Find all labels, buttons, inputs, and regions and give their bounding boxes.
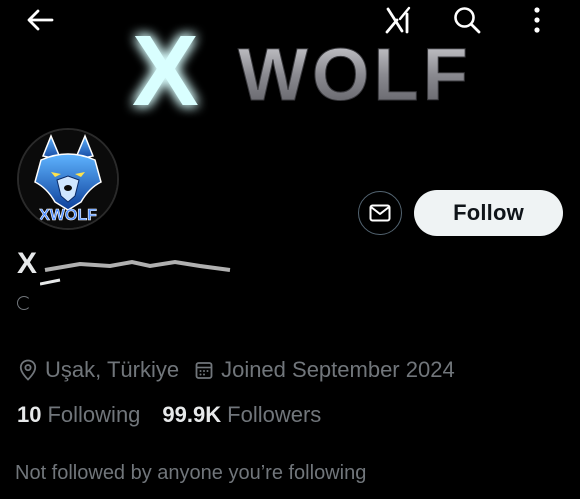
following-link[interactable]: 10 Following: [17, 402, 140, 428]
display-name: X WOLF: [17, 247, 134, 280]
more-options-button[interactable]: [522, 3, 552, 37]
banner-logo-x: X: [132, 15, 199, 127]
joined-item: Joined September 2024: [195, 357, 455, 383]
envelope-icon: [369, 204, 391, 222]
calendar-icon: [195, 362, 213, 379]
location-text: Uşak, Türkiye: [45, 357, 180, 382]
avatar-logo-text: XWOLF: [39, 207, 97, 224]
follow-button[interactable]: Follow: [414, 190, 563, 236]
following-label: Following: [47, 402, 141, 427]
search-icon: [454, 7, 481, 34]
location-pin-icon: [19, 359, 37, 381]
profile-avatar[interactable]: XWOLF: [17, 128, 119, 230]
profile-meta: Uşak, Türkiye Joined September 2024: [19, 356, 471, 384]
message-button[interactable]: [358, 191, 402, 235]
followers-count: 99.9K: [162, 402, 222, 427]
profile-banner[interactable]: X WOLF: [0, 0, 580, 135]
not-followed-notice: Not followed by anyone you’re following: [15, 462, 367, 484]
joined-text: Joined September 2024: [221, 357, 455, 382]
search-button[interactable]: [448, 3, 486, 37]
loading-spinner-icon: [17, 296, 31, 310]
location-item: Uşak, Türkiye: [19, 357, 179, 383]
following-count: 10: [17, 402, 42, 427]
followers-label: Followers: [227, 402, 322, 427]
arrow-left-icon: [27, 9, 54, 31]
more-vertical-icon: [534, 7, 540, 33]
followers-link[interactable]: 99.9K Followers: [162, 402, 321, 428]
back-button[interactable]: [22, 4, 58, 36]
grok-button[interactable]: [380, 3, 416, 37]
follow-counts: 10 Following 99.9K Followers: [17, 401, 343, 429]
grok-icon: [385, 6, 411, 34]
wolf-avatar-image: XWOLF: [19, 130, 117, 228]
banner-logo-wolf: WOLF: [238, 33, 472, 116]
banner-logo: X WOLF: [132, 15, 472, 127]
